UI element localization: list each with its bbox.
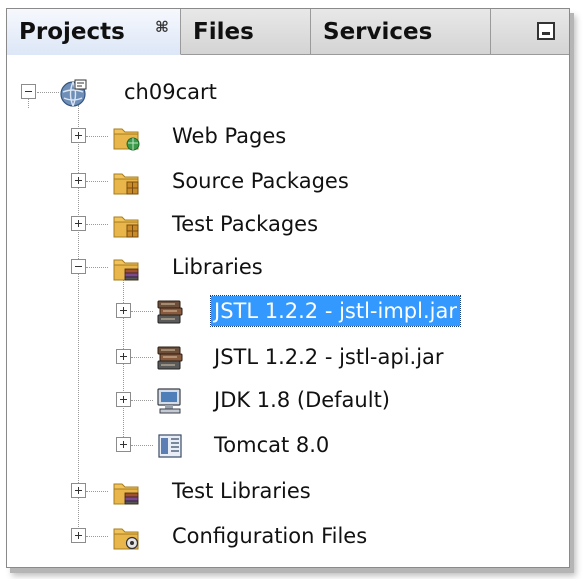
tree-node-configuration-files[interactable]: Configuration Files [7,518,569,554]
package-folder-icon [113,173,139,195]
tree-label-selected: JSTL 1.2.2 - jstl-impl.jar [210,295,461,327]
library-folder-icon [113,259,139,281]
expand-icon[interactable] [71,173,86,188]
web-folder-icon [113,128,140,151]
tree-node-tomcat[interactable]: Tomcat 8.0 [7,427,569,463]
collapse-icon[interactable] [71,259,86,274]
tree-node-root[interactable]: ch09cart [7,74,569,110]
tab-projects-label: Projects [19,19,125,45]
tab-bar: Projects ⌘ Files Services [7,9,569,55]
tree-label: ch09cart [124,80,217,104]
projects-window: Projects ⌘ Files Services ch09cart Web P… [6,8,570,568]
tree-label: Libraries [172,255,263,279]
tree-node-web-pages[interactable]: Web Pages [7,118,569,154]
tab-files[interactable]: Files [181,9,311,55]
config-folder-icon [113,528,139,550]
package-folder-icon [113,216,139,238]
tree-label: JDK 1.8 (Default) [214,388,390,412]
close-icon[interactable]: ⌘ [155,18,169,36]
expand-icon[interactable] [71,128,86,143]
tree-node-test-packages[interactable]: Test Packages [7,206,569,242]
expand-icon[interactable] [71,483,86,498]
expand-icon[interactable] [116,303,131,318]
tree-label: JSTL 1.2.2 - jstl-api.jar [214,345,444,369]
tree-label: Test Libraries [172,479,311,503]
expand-icon[interactable] [116,349,131,364]
tree-node-jdk[interactable]: JDK 1.8 (Default) [7,382,569,418]
tab-services[interactable]: Services [311,9,491,55]
library-books-icon [157,300,183,324]
tree-node-jstl-api[interactable]: JSTL 1.2.2 - jstl-api.jar [7,339,569,375]
tree-label: Tomcat 8.0 [214,433,330,457]
tree-node-libraries[interactable]: Libraries [7,249,569,285]
collapse-icon[interactable] [21,84,36,99]
tree-label: Test Packages [172,212,319,236]
tree-node-test-libraries[interactable]: Test Libraries [7,473,569,509]
library-books-icon [157,346,183,370]
server-icon [158,434,182,458]
library-folder-icon [113,483,139,505]
tab-projects[interactable]: Projects ⌘ [7,9,181,55]
tree-label: Configuration Files [172,524,368,548]
computer-icon [157,388,181,414]
expand-icon[interactable] [116,437,131,452]
tab-services-label: Services [323,19,433,45]
tree-node-jstl-impl[interactable]: JSTL 1.2.2 - jstl-impl.jar [7,293,569,329]
expand-icon[interactable] [71,528,86,543]
tree-label: Source Packages [172,169,349,193]
minimize-icon[interactable] [537,22,555,40]
project-tree: ch09cart Web Pages Source Packages Test … [7,55,569,567]
project-globe-icon [60,79,87,107]
expand-icon[interactable] [116,392,131,407]
expand-icon[interactable] [71,216,86,231]
tree-node-source-packages[interactable]: Source Packages [7,163,569,199]
tab-files-label: Files [193,19,254,45]
tree-label: Web Pages [172,124,287,148]
